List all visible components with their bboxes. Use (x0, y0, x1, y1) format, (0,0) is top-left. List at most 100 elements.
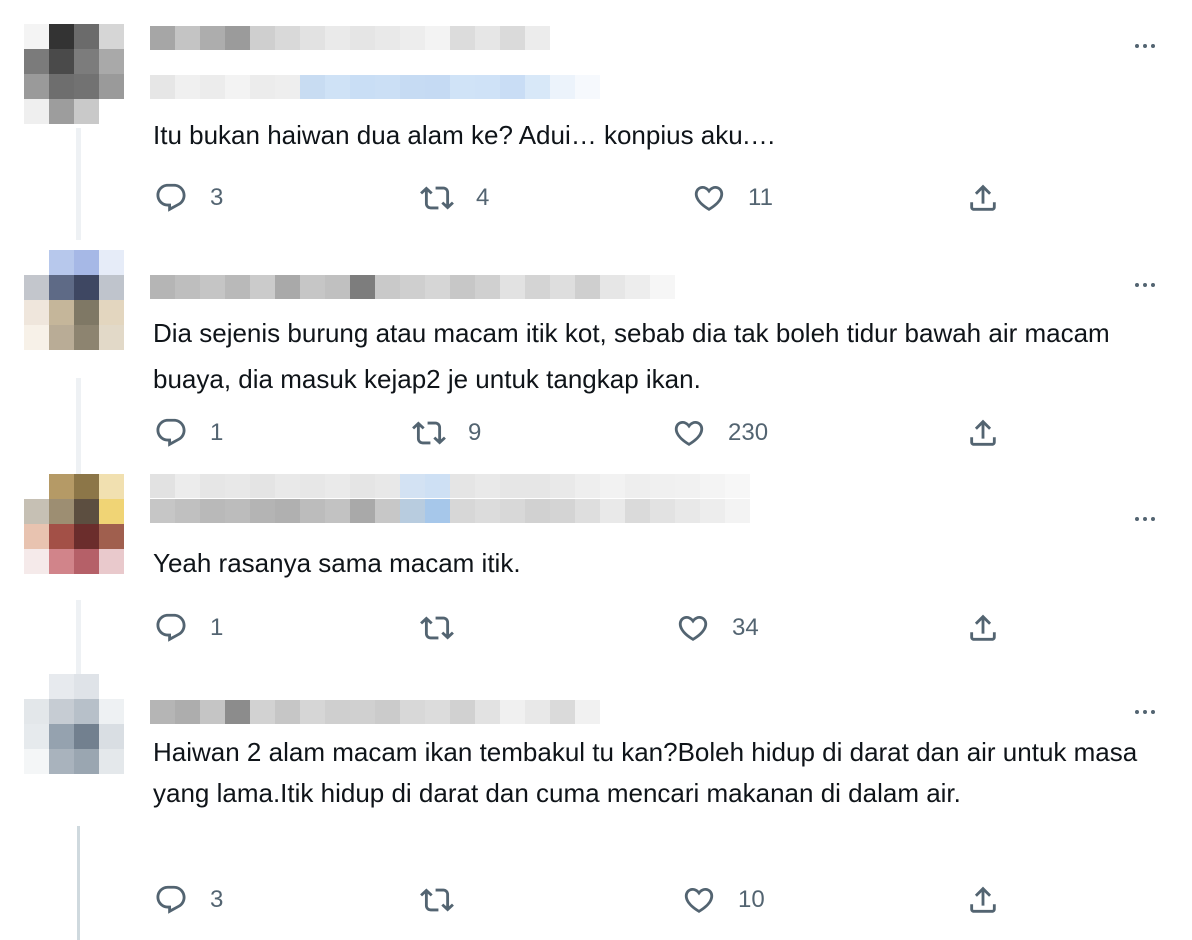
blurred-pixel (475, 26, 500, 50)
like-button[interactable]: 34 (676, 608, 759, 648)
avatar-pixel (24, 474, 49, 499)
blurred-pixel (450, 26, 475, 50)
blurred-pixel (275, 700, 300, 724)
blurred-pixel (175, 499, 200, 523)
avatar-pixel (24, 74, 49, 99)
blurred-pixel (425, 26, 450, 50)
blurred-pixel (275, 26, 300, 50)
heart-icon (678, 615, 708, 641)
avatar-pixel (74, 674, 99, 699)
blurred-pixel (475, 75, 500, 99)
user-name-blurred[interactable] (150, 275, 675, 299)
reply-button[interactable]: 3 (154, 178, 223, 218)
avatar-pixel (24, 49, 49, 74)
avatar-pixel (99, 549, 124, 574)
share-button[interactable] (966, 178, 1000, 218)
blurred-pixel (725, 474, 750, 498)
avatar-pixel (49, 499, 74, 524)
user-handle-blurred[interactable] (150, 75, 625, 99)
reply-icon (156, 418, 186, 447)
blurred-pixel (600, 275, 625, 299)
blurred-pixel (150, 275, 175, 299)
avatar-pixel (24, 724, 49, 749)
heart-icon (684, 887, 714, 913)
avatar-pixel (74, 724, 99, 749)
avatar-pixel (99, 74, 124, 99)
share-button[interactable] (966, 608, 1000, 648)
more-options-icon (1135, 283, 1139, 287)
reply-count: 1 (210, 419, 224, 446)
avatar-pixel (74, 275, 99, 300)
avatar-pixel (24, 300, 49, 325)
blurred-pixel (175, 700, 200, 724)
avatar-pixel (74, 49, 99, 74)
user-name-blurred[interactable] (150, 26, 550, 50)
avatar-pixel (49, 99, 74, 124)
like-button[interactable]: 10 (682, 880, 765, 920)
retweet-button[interactable] (420, 880, 476, 920)
like-button[interactable]: 230 (672, 413, 768, 453)
reply-button[interactable]: 1 (154, 413, 223, 453)
blurred-pixel (425, 75, 450, 99)
blurred-pixel (250, 700, 275, 724)
blurred-pixel (325, 499, 350, 523)
avatar-pixel (99, 499, 124, 524)
share-icon (970, 184, 996, 211)
retweet-button[interactable]: 4 (420, 178, 489, 218)
blurred-pixel (550, 499, 575, 523)
blurred-pixel (625, 499, 650, 523)
retweet-button[interactable]: 9 (412, 413, 481, 453)
retweet-button[interactable] (420, 608, 476, 648)
more-options-button[interactable] (1130, 36, 1160, 56)
blurred-pixel (275, 499, 300, 523)
blurred-pixel (225, 26, 250, 50)
share-button[interactable] (966, 880, 1000, 920)
avatar-pixel (24, 699, 49, 724)
more-options-button[interactable] (1130, 702, 1160, 722)
like-count: 34 (732, 614, 759, 641)
blurred-pixel (400, 499, 425, 523)
blurred-pixel (350, 26, 375, 50)
avatar-pixel (99, 699, 124, 724)
heart-icon (694, 185, 724, 211)
share-button[interactable] (966, 413, 1000, 453)
blurred-pixel (525, 499, 550, 523)
retweet-count: 9 (468, 419, 482, 446)
blurred-pixel (300, 26, 325, 50)
avatar[interactable] (24, 474, 124, 574)
blurred-pixel (375, 75, 400, 99)
blurred-pixel (200, 75, 225, 99)
avatar-pixel (24, 24, 49, 49)
avatar-pixel (99, 300, 124, 325)
more-options-button[interactable] (1130, 275, 1160, 295)
avatar[interactable] (24, 250, 124, 350)
user-name-blurred[interactable] (150, 700, 600, 724)
retweet-count: 4 (476, 184, 490, 211)
tweet-actions: 1 34 (150, 608, 1010, 648)
more-options-button[interactable] (1130, 509, 1160, 529)
avatar[interactable] (24, 24, 124, 124)
reply-button[interactable]: 1 (154, 608, 223, 648)
blurred-pixel (575, 700, 600, 724)
blurred-pixel (625, 275, 650, 299)
thread-line (77, 826, 80, 940)
user-name-blurred[interactable] (150, 499, 750, 523)
blurred-pixel (550, 474, 575, 498)
blurred-pixel (400, 26, 425, 50)
blurred-pixel (650, 474, 675, 498)
like-button[interactable]: 11 (692, 178, 773, 218)
blurred-pixel (325, 275, 350, 299)
blurred-pixel (525, 474, 550, 498)
blurred-pixel (400, 700, 425, 724)
blurred-pixel (175, 75, 200, 99)
blurred-pixel (225, 700, 250, 724)
avatar[interactable] (24, 674, 124, 774)
avatar-pixel (99, 99, 124, 124)
reply-button[interactable]: 3 (154, 880, 223, 920)
blurred-pixel (400, 275, 425, 299)
reply-count: 1 (210, 614, 224, 641)
avatar-pixel (24, 275, 49, 300)
retweet-icon (420, 616, 454, 640)
avatar-pixel (74, 474, 99, 499)
blurred-pixel (200, 275, 225, 299)
